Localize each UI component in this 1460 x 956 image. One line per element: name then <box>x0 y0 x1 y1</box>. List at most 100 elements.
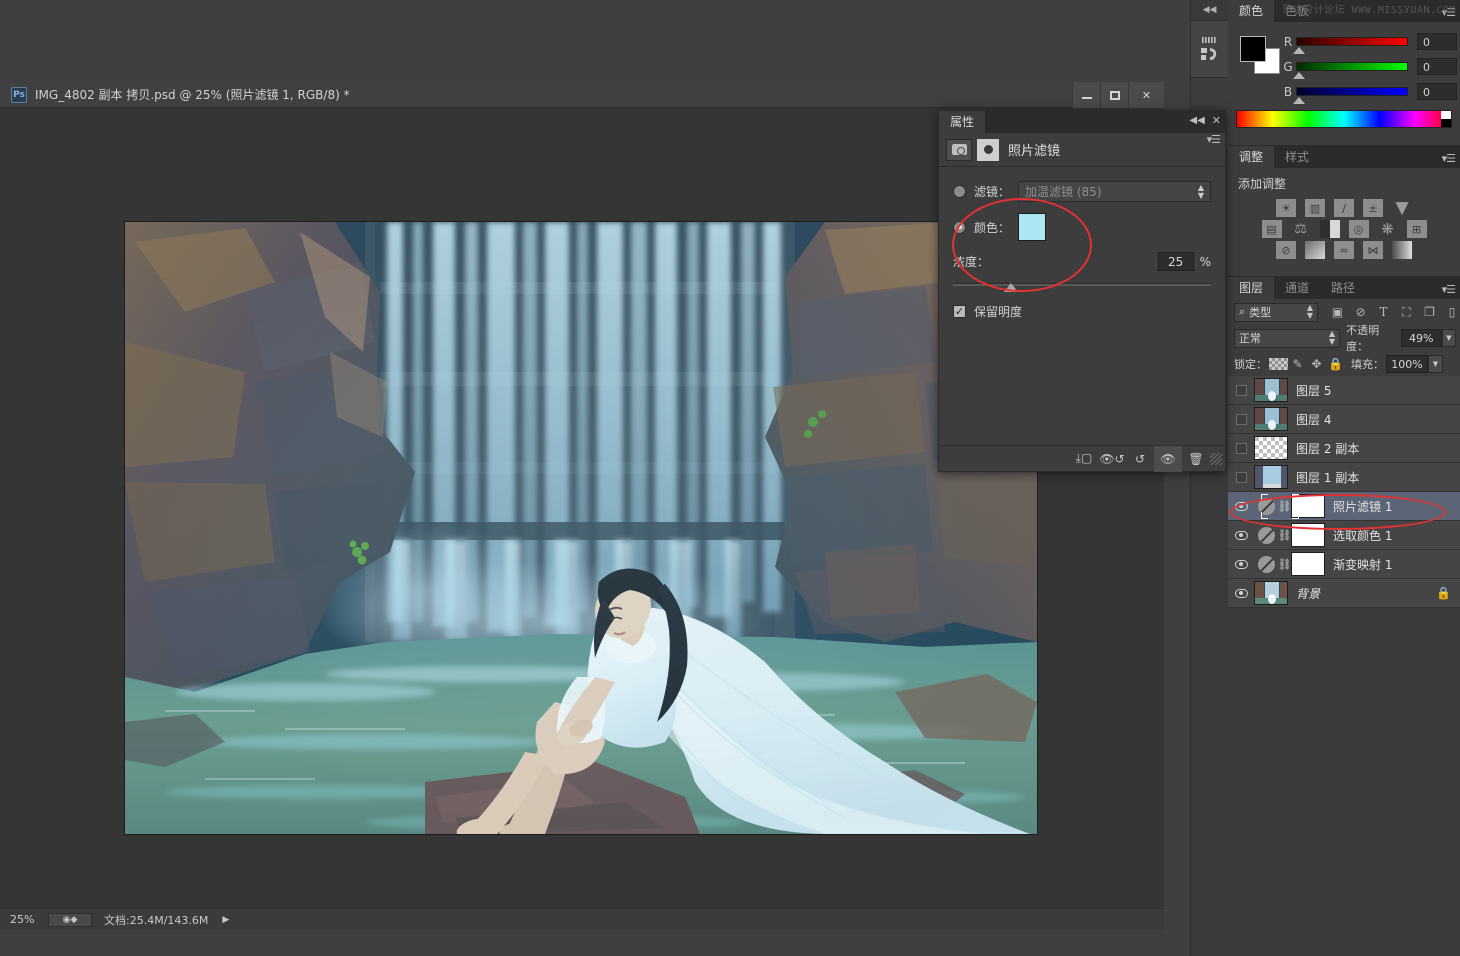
foreground-color-swatch[interactable] <box>1240 36 1266 62</box>
layer-name[interactable]: 背景 <box>1296 585 1320 602</box>
exposure-icon[interactable]: ± <box>1363 199 1383 217</box>
filter-radio[interactable] <box>953 185 966 198</box>
properties-panel-menu-icon[interactable]: ▾☰ <box>1207 133 1220 146</box>
pixel-filter-icon[interactable]: ▣ <box>1326 302 1349 322</box>
black-white-icon[interactable] <box>1320 220 1340 238</box>
document-image[interactable] <box>125 222 1037 834</box>
smartobject-filter-icon[interactable]: ❐ <box>1418 302 1441 322</box>
tab-styles[interactable]: 样式 <box>1274 146 1320 168</box>
view-previous-state-icon[interactable]: 👁↺ <box>1098 446 1126 472</box>
layer-visibility-toggle[interactable] <box>1228 405 1254 434</box>
slider-thumb-b[interactable] <box>1293 97 1305 104</box>
brightness-contrast-icon[interactable]: ☀ <box>1276 199 1296 217</box>
layer-visibility-toggle[interactable] <box>1228 376 1254 405</box>
mask-header-icon[interactable] <box>977 139 999 161</box>
tab-channels[interactable]: 通道 <box>1274 277 1320 299</box>
table-row[interactable]: 图层 1 副本 <box>1228 463 1460 492</box>
density-slider-track[interactable] <box>953 283 1211 286</box>
spectrum-bar[interactable] <box>1236 110 1452 128</box>
layer-name[interactable]: 图层 1 副本 <box>1296 469 1359 486</box>
photo-filter-icon[interactable]: ◎ <box>1349 220 1369 238</box>
layer-thumbnail[interactable] <box>1254 436 1288 460</box>
document-title-bar[interactable]: Ps IMG_4802 副本 拷贝.psd @ 25% (照片滤镜 1, RGB… <box>0 82 1164 108</box>
adjustments-panel-menu-icon[interactable]: ▾☰ <box>1442 152 1460 168</box>
color-spectrum-ramp[interactable] <box>1236 110 1452 128</box>
photo-filter-header-icon[interactable] <box>946 139 972 161</box>
table-row[interactable]: ⛓ 照片滤镜 1 <box>1228 492 1460 521</box>
value-b[interactable]: 0 <box>1417 83 1457 100</box>
fill-slider-button[interactable]: ▼ <box>1428 355 1443 373</box>
layer-thumbnail[interactable] <box>1254 407 1288 431</box>
delete-icon[interactable]: 🗑 <box>1182 446 1210 472</box>
maximize-button[interactable] <box>1100 82 1128 108</box>
lock-transparency-icon[interactable] <box>1269 358 1288 370</box>
gradient-map-icon[interactable] <box>1392 241 1412 259</box>
color-swatches[interactable] <box>1240 36 1280 74</box>
reset-icon[interactable]: ↺ <box>1126 446 1154 472</box>
filter-color-swatch[interactable] <box>1018 213 1046 241</box>
layer-mask-thumbnail[interactable] <box>1291 552 1325 576</box>
channel-mixer-icon[interactable]: ❋ <box>1378 220 1398 238</box>
layer-mask-thumbnail[interactable] <box>1291 523 1325 547</box>
layer-name[interactable]: 渐变映射 1 <box>1333 556 1392 573</box>
layer-mask-link-icon[interactable]: ⛓ <box>1278 552 1291 576</box>
slider-thumb-g[interactable] <box>1293 72 1305 79</box>
layer-name[interactable]: 图层 2 副本 <box>1296 440 1359 457</box>
type-filter-icon[interactable]: T <box>1372 302 1395 322</box>
hue-saturation-icon[interactable]: ▤ <box>1262 220 1282 238</box>
color-balance-icon[interactable]: ⚖ <box>1291 220 1311 238</box>
layer-adjustment-thumbnail[interactable] <box>1254 523 1278 547</box>
blend-mode-select[interactable]: 正常 ▲▼ <box>1234 329 1340 348</box>
slider-thumb-r[interactable] <box>1293 47 1305 54</box>
preserve-luminosity-checkbox[interactable]: ✓ <box>953 305 966 318</box>
color-radio[interactable] <box>953 221 966 234</box>
layer-thumbnail[interactable] <box>1254 465 1288 489</box>
table-row[interactable]: ⛓ 选取颜色 1 <box>1228 521 1460 550</box>
posterize-icon[interactable] <box>1305 241 1325 259</box>
document-thumb-icon[interactable]: ◉◆ <box>48 913 92 927</box>
density-value[interactable]: 25 <box>1158 252 1194 271</box>
status-menu-arrow[interactable]: ▶ <box>222 915 229 925</box>
close-button[interactable]: ✕ <box>1128 82 1164 108</box>
layer-name[interactable]: 图层 5 <box>1296 382 1331 399</box>
layer-name[interactable]: 选取颜色 1 <box>1333 527 1392 544</box>
zoom-level[interactable]: 25% <box>0 913 48 926</box>
toggle-visibility-icon[interactable]: 👁 <box>1154 446 1182 472</box>
table-row[interactable]: 图层 2 副本 <box>1228 434 1460 463</box>
table-row[interactable]: 图层 4 <box>1228 405 1460 434</box>
layer-thumbnail[interactable] <box>1254 378 1288 402</box>
properties-resize-grip[interactable] <box>1210 453 1222 465</box>
color-lookup-icon[interactable]: ⊞ <box>1407 220 1427 238</box>
table-row[interactable]: ⛓ 渐变映射 1 <box>1228 550 1460 579</box>
layer-visibility-toggle[interactable] <box>1228 434 1254 463</box>
layer-filter-toggle[interactable]: ▯ <box>1444 302 1460 322</box>
filter-select[interactable]: 加温滤镜 (85) ▲▼ <box>1018 181 1211 202</box>
invert-icon[interactable]: ⊘ <box>1276 241 1296 259</box>
vibrance-icon[interactable]: ▼ <box>1392 199 1412 217</box>
spectrum-white-swatch[interactable] <box>1441 111 1451 119</box>
layer-visibility-toggle[interactable] <box>1228 579 1254 608</box>
shape-filter-icon[interactable]: ⛶ <box>1395 302 1418 322</box>
value-g[interactable]: 0 <box>1417 58 1457 75</box>
table-row[interactable]: 图层 5 <box>1228 376 1460 405</box>
layer-mask-link-icon[interactable]: ⛓ <box>1278 523 1291 547</box>
fill-value[interactable]: 100% <box>1386 355 1428 373</box>
selective-color-icon[interactable]: ⋈ <box>1363 241 1383 259</box>
slider-b[interactable] <box>1296 87 1408 96</box>
layer-visibility-toggle[interactable] <box>1228 521 1254 550</box>
close-panel-icon[interactable]: ✕ <box>1212 114 1221 127</box>
layer-adjustment-thumbnail[interactable] <box>1254 552 1278 576</box>
value-r[interactable]: 0 <box>1417 33 1457 50</box>
layer-visibility-toggle[interactable] <box>1228 492 1254 521</box>
layer-filter-type-select[interactable]: ⌕ 类型 ▲▼ <box>1234 303 1318 322</box>
opacity-slider-button[interactable]: ▼ <box>1442 329 1457 347</box>
spectrum-black-swatch[interactable] <box>1441 119 1451 127</box>
tab-color[interactable]: 颜色 <box>1228 0 1274 22</box>
history-actions-icon-group[interactable] <box>1191 20 1228 78</box>
preserve-luminosity-row[interactable]: ✓ 保留明度 <box>953 303 1211 320</box>
lock-icon[interactable]: 🔒 <box>1436 586 1451 600</box>
tab-layers[interactable]: 图层 <box>1228 277 1274 299</box>
lock-position-icon[interactable]: ✥ <box>1307 354 1326 374</box>
threshold-icon[interactable]: ≈ <box>1334 241 1354 259</box>
lock-image-icon[interactable]: ✎ <box>1288 354 1307 374</box>
